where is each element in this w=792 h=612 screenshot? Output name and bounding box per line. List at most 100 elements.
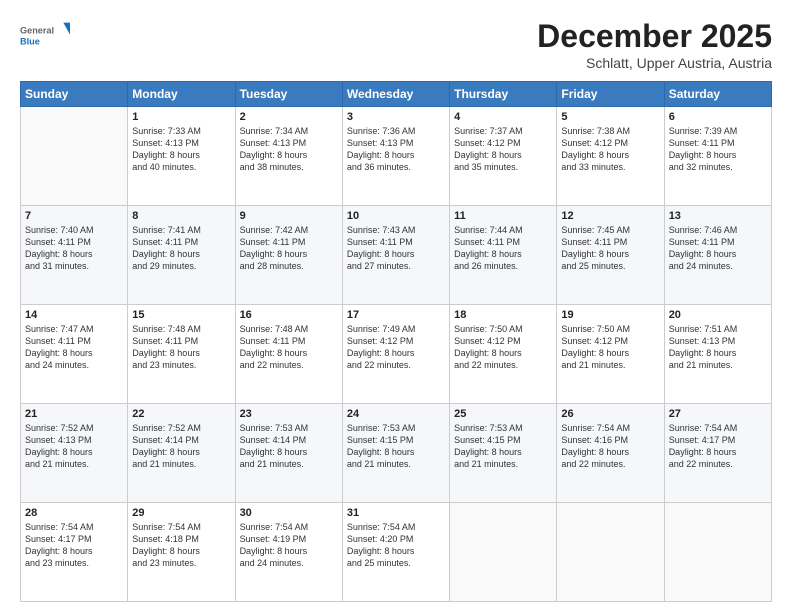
cell-info: Sunrise: 7:33 AM Sunset: 4:13 PM Dayligh… [132,125,230,174]
day-number: 10 [347,210,445,222]
day-number: 13 [669,210,767,222]
day-number: 4 [454,111,552,123]
weekday-header-sunday: Sunday [21,82,128,107]
calendar-cell [450,503,557,602]
calendar-cell: 12 Sunrise: 7:45 AM Sunset: 4:11 PM Dayli… [557,206,664,305]
calendar-cell: 4 Sunrise: 7:37 AM Sunset: 4:12 PM Daylig… [450,107,557,206]
cell-info: Sunrise: 7:49 AM Sunset: 4:12 PM Dayligh… [347,323,445,372]
day-number: 18 [454,309,552,321]
calendar: SundayMondayTuesdayWednesdayThursdayFrid… [20,81,772,602]
page: General Blue December 2025 Schlatt, Uppe… [0,0,792,612]
day-number: 21 [25,408,123,420]
day-number: 5 [561,111,659,123]
cell-info: Sunrise: 7:48 AM Sunset: 4:11 PM Dayligh… [240,323,338,372]
cell-info: Sunrise: 7:54 AM Sunset: 4:19 PM Dayligh… [240,521,338,570]
cell-info: Sunrise: 7:48 AM Sunset: 4:11 PM Dayligh… [132,323,230,372]
cell-info: Sunrise: 7:43 AM Sunset: 4:11 PM Dayligh… [347,224,445,273]
cell-info: Sunrise: 7:37 AM Sunset: 4:12 PM Dayligh… [454,125,552,174]
calendar-cell: 20Sunrise: 7:51 AM Sunset: 4:13 PM Dayli… [664,305,771,404]
calendar-cell [21,107,128,206]
day-number: 8 [132,210,230,222]
calendar-cell: 5Sunrise: 7:38 AM Sunset: 4:12 PM Daylig… [557,107,664,206]
cell-info: Sunrise: 7:54 AM Sunset: 4:17 PM Dayligh… [25,521,123,570]
cell-info: Sunrise: 7:50 AM Sunset: 4:12 PM Dayligh… [561,323,659,372]
title-block: December 2025 Schlatt, Upper Austria, Au… [537,18,772,71]
day-number: 24 [347,408,445,420]
calendar-cell: 17Sunrise: 7:49 AM Sunset: 4:12 PM Dayli… [342,305,449,404]
day-number: 3 [347,111,445,123]
calendar-cell: 21 Sunrise: 7:52 AM Sunset: 4:13 PM Dayli… [21,404,128,503]
calendar-cell: 27 Sunrise: 7:54 AM Sunset: 4:17 PM Dayli… [664,404,771,503]
day-number: 2 [240,111,338,123]
day-number: 31 [347,507,445,519]
svg-text:General: General [20,26,54,36]
calendar-cell: 26 Sunrise: 7:54 AM Sunset: 4:16 PM Dayli… [557,404,664,503]
calendar-cell: 9 Sunrise: 7:42 AM Sunset: 4:11 PM Daylig… [235,206,342,305]
calendar-cell: 23Sunrise: 7:53 AM Sunset: 4:14 PM Dayli… [235,404,342,503]
logo: General Blue [20,18,70,54]
calendar-cell: 15 Sunrise: 7:48 AM Sunset: 4:11 PM Dayli… [128,305,235,404]
day-number: 15 [132,309,230,321]
calendar-cell: 8 Sunrise: 7:41 AM Sunset: 4:11 PM Daylig… [128,206,235,305]
calendar-cell: 25 Sunrise: 7:53 AM Sunset: 4:15 PM Dayli… [450,404,557,503]
location: Schlatt, Upper Austria, Austria [537,55,772,71]
header: General Blue December 2025 Schlatt, Uppe… [20,18,772,71]
day-number: 16 [240,309,338,321]
cell-info: Sunrise: 7:41 AM Sunset: 4:11 PM Dayligh… [132,224,230,273]
cell-info: Sunrise: 7:54 AM Sunset: 4:20 PM Dayligh… [347,521,445,570]
day-number: 30 [240,507,338,519]
week-row-4: 21 Sunrise: 7:52 AM Sunset: 4:13 PM Dayli… [21,404,772,503]
logo-svg: General Blue [20,18,70,54]
calendar-cell: 11Sunrise: 7:44 AM Sunset: 4:11 PM Dayli… [450,206,557,305]
calendar-cell: 13Sunrise: 7:46 AM Sunset: 4:11 PM Dayli… [664,206,771,305]
calendar-cell: 28 Sunrise: 7:54 AM Sunset: 4:17 PM Dayli… [21,503,128,602]
day-number: 14 [25,309,123,321]
weekday-header-wednesday: Wednesday [342,82,449,107]
cell-info: Sunrise: 7:44 AM Sunset: 4:11 PM Dayligh… [454,224,552,273]
cell-info: Sunrise: 7:45 AM Sunset: 4:11 PM Dayligh… [561,224,659,273]
cell-info: Sunrise: 7:53 AM Sunset: 4:15 PM Dayligh… [454,422,552,471]
cell-info: Sunrise: 7:50 AM Sunset: 4:12 PM Dayligh… [454,323,552,372]
cell-info: Sunrise: 7:52 AM Sunset: 4:13 PM Dayligh… [25,422,123,471]
day-number: 29 [132,507,230,519]
cell-info: Sunrise: 7:42 AM Sunset: 4:11 PM Dayligh… [240,224,338,273]
day-number: 27 [669,408,767,420]
day-number: 6 [669,111,767,123]
day-number: 9 [240,210,338,222]
week-row-2: 7Sunrise: 7:40 AM Sunset: 4:11 PM Daylig… [21,206,772,305]
day-number: 25 [454,408,552,420]
week-row-5: 28 Sunrise: 7:54 AM Sunset: 4:17 PM Dayli… [21,503,772,602]
calendar-body: 1 Sunrise: 7:33 AM Sunset: 4:13 PM Daylig… [21,107,772,602]
cell-info: Sunrise: 7:39 AM Sunset: 4:11 PM Dayligh… [669,125,767,174]
cell-info: Sunrise: 7:54 AM Sunset: 4:16 PM Dayligh… [561,422,659,471]
weekday-header-row: SundayMondayTuesdayWednesdayThursdayFrid… [21,82,772,107]
calendar-cell: 24Sunrise: 7:53 AM Sunset: 4:15 PM Dayli… [342,404,449,503]
day-number: 19 [561,309,659,321]
day-number: 7 [25,210,123,222]
cell-info: Sunrise: 7:54 AM Sunset: 4:17 PM Dayligh… [669,422,767,471]
cell-info: Sunrise: 7:51 AM Sunset: 4:13 PM Dayligh… [669,323,767,372]
day-number: 26 [561,408,659,420]
month-title: December 2025 [537,18,772,55]
calendar-cell: 6 Sunrise: 7:39 AM Sunset: 4:11 PM Daylig… [664,107,771,206]
calendar-cell: 16 Sunrise: 7:48 AM Sunset: 4:11 PM Dayli… [235,305,342,404]
calendar-cell: 7Sunrise: 7:40 AM Sunset: 4:11 PM Daylig… [21,206,128,305]
day-number: 22 [132,408,230,420]
calendar-cell: 30 Sunrise: 7:54 AM Sunset: 4:19 PM Dayli… [235,503,342,602]
calendar-cell: 3 Sunrise: 7:36 AM Sunset: 4:13 PM Daylig… [342,107,449,206]
week-row-1: 1 Sunrise: 7:33 AM Sunset: 4:13 PM Daylig… [21,107,772,206]
day-number: 12 [561,210,659,222]
calendar-cell: 1 Sunrise: 7:33 AM Sunset: 4:13 PM Daylig… [128,107,235,206]
svg-text:Blue: Blue [20,36,40,46]
cell-info: Sunrise: 7:36 AM Sunset: 4:13 PM Dayligh… [347,125,445,174]
cell-info: Sunrise: 7:54 AM Sunset: 4:18 PM Dayligh… [132,521,230,570]
cell-info: Sunrise: 7:34 AM Sunset: 4:13 PM Dayligh… [240,125,338,174]
calendar-cell [664,503,771,602]
calendar-cell [557,503,664,602]
calendar-cell: 2 Sunrise: 7:34 AM Sunset: 4:13 PM Daylig… [235,107,342,206]
calendar-cell: 31 Sunrise: 7:54 AM Sunset: 4:20 PM Dayli… [342,503,449,602]
calendar-cell: 22Sunrise: 7:52 AM Sunset: 4:14 PM Dayli… [128,404,235,503]
day-number: 28 [25,507,123,519]
calendar-cell: 10 Sunrise: 7:43 AM Sunset: 4:11 PM Dayli… [342,206,449,305]
day-number: 1 [132,111,230,123]
